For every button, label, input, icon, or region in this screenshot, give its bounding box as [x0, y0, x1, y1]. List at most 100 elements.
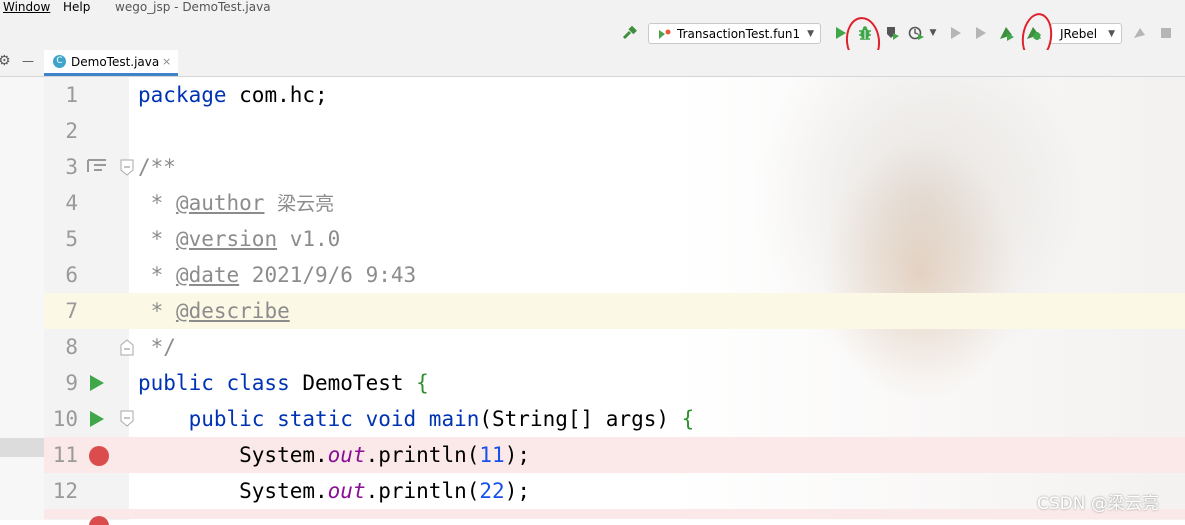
code-token: { — [681, 407, 695, 431]
run-config-icon — [659, 29, 671, 39]
code-line-partial — [44, 509, 1185, 519]
chevron-down-icon: ▼ — [807, 29, 814, 39]
code-line[interactable]: 9 public class DemoTest { — [44, 365, 1185, 401]
code-text: public class DemoTest { — [138, 365, 429, 401]
gear-icon[interactable]: ⚙ — [0, 53, 11, 69]
code-token: out — [327, 443, 366, 467]
code-token: /** — [138, 155, 176, 179]
jrebel-run-icon[interactable] — [996, 22, 1018, 44]
run-configuration-select[interactable]: TransactionTest.fun1 ▼ — [648, 23, 821, 44]
line-number: 10 — [52, 407, 78, 431]
line-number: 1 — [65, 83, 78, 107]
fold-icon[interactable] — [119, 410, 135, 428]
code-line[interactable]: 7 * @describe — [44, 293, 1185, 329]
main-toolbar: TransactionTest.fun1 ▼ ▼ JRebel ▼ — [0, 11, 1185, 67]
code-token: v1.0 — [277, 227, 341, 251]
unfold-icon[interactable] — [119, 338, 135, 356]
code-text: package com.hc; — [138, 77, 328, 113]
code-line[interactable]: 2 — [44, 113, 1185, 149]
code-text: /** — [138, 149, 176, 185]
code-text: * @author 梁云亮 — [138, 185, 334, 222]
coverage-icon[interactable] — [881, 22, 903, 44]
breakpoint-icon[interactable] — [88, 445, 110, 467]
project-panel-strip — [0, 77, 45, 520]
fold-icon[interactable] — [119, 159, 135, 177]
code-token: DemoTest — [289, 371, 417, 395]
profile-icon[interactable] — [906, 22, 928, 44]
profile-dropdown-chevron-icon[interactable]: ▼ — [926, 22, 940, 44]
code-line[interactable]: 6 * @date 2021/9/6 9:43 — [44, 257, 1185, 293]
selected-row-marker — [0, 438, 44, 457]
stop-icon — [1155, 22, 1177, 44]
line-number: 3 — [65, 155, 78, 179]
code-text: public static void main(String[] args) { — [138, 401, 695, 437]
javadoc-render-icon[interactable] — [86, 157, 108, 175]
jrebel-select[interactable]: JRebel ▼ — [1050, 23, 1122, 44]
minimize-icon[interactable]: — — [22, 54, 34, 68]
run-disabled-icon — [945, 22, 967, 44]
code-token: public static void — [138, 407, 429, 431]
code-line[interactable]: 3 /** — [44, 149, 1185, 185]
line-number: 5 — [65, 227, 78, 251]
menu-window[interactable]: Window — [3, 0, 50, 14]
watermark: CSDN @梁云亮 — [1037, 494, 1159, 514]
jrebel-label: JRebel — [1060, 27, 1098, 41]
code-token: 2021/9/6 9:43 — [239, 263, 417, 287]
code-line[interactable]: 1 package com.hc; — [44, 77, 1185, 113]
code-token: * — [138, 263, 176, 287]
code-token: { — [416, 371, 429, 395]
code-line[interactable]: 12 System.out.println(22); — [44, 473, 1185, 509]
close-icon[interactable]: × — [162, 50, 171, 74]
line-number: 4 — [65, 191, 78, 215]
code-token: (String[] args) — [479, 407, 682, 431]
code-token: .println( — [365, 443, 480, 467]
code-token: System. — [138, 479, 328, 503]
tab-demotest-java[interactable]: C DemoTest.java × — [44, 50, 178, 76]
code-text: */ — [138, 329, 176, 365]
editor-tab-bar: ⚙ — C DemoTest.java × — [0, 50, 1185, 77]
code-text: System.out.println(22); — [138, 473, 530, 509]
code-token: @describe — [175, 299, 290, 323]
step-disabled-icon — [970, 22, 992, 44]
line-number: 7 — [65, 299, 78, 323]
hammer-icon[interactable] — [618, 22, 640, 44]
code-token: out — [327, 479, 366, 503]
code-token: package — [138, 83, 227, 107]
code-token: * — [138, 299, 176, 323]
line-number: 2 — [65, 119, 78, 143]
code-token: public class — [138, 371, 290, 395]
line-number: 6 — [65, 263, 78, 287]
java-class-icon: C — [53, 55, 66, 68]
code-token: 11 — [479, 443, 505, 467]
code-token: main — [428, 407, 480, 431]
code-token: * — [138, 227, 176, 251]
code-token: @version — [175, 227, 278, 251]
code-token: System. — [138, 443, 328, 467]
run-class-icon[interactable] — [88, 374, 106, 392]
line-number: 8 — [65, 335, 78, 359]
code-line[interactable]: 10 public static void main(String[] args… — [44, 401, 1185, 437]
code-line[interactable]: 8 */ — [44, 329, 1185, 365]
code-token: 22 — [479, 479, 505, 503]
code-line[interactable]: 5 * @version v1.0 — [44, 221, 1185, 257]
code-line[interactable]: 4 * @author 梁云亮 — [44, 185, 1185, 221]
code-text: * @date 2021/9/6 9:43 — [138, 257, 417, 293]
code-text: System.out.println(11); — [138, 437, 530, 473]
code-token: 梁云亮 — [277, 193, 335, 215]
run-configuration-label: TransactionTest.fun1 — [677, 27, 801, 41]
sync-icon — [1129, 22, 1151, 44]
menu-bar: Window Help wego_jsp - DemoTest.java — [0, 0, 1185, 16]
code-line[interactable]: 11 System.out.println(11); — [44, 437, 1185, 473]
code-token: @author — [175, 191, 265, 215]
line-number: 11 — [52, 443, 78, 467]
code-token: * — [138, 191, 176, 215]
breakpoint-icon[interactable] — [88, 515, 110, 525]
line-number: 12 — [52, 479, 78, 503]
run-method-icon[interactable] — [88, 410, 106, 428]
code-token: com.hc; — [226, 83, 328, 107]
code-text: * @describe — [138, 293, 290, 329]
code-token: ); — [504, 443, 530, 467]
menu-help[interactable]: Help — [63, 0, 90, 14]
code-token: */ — [138, 335, 176, 359]
